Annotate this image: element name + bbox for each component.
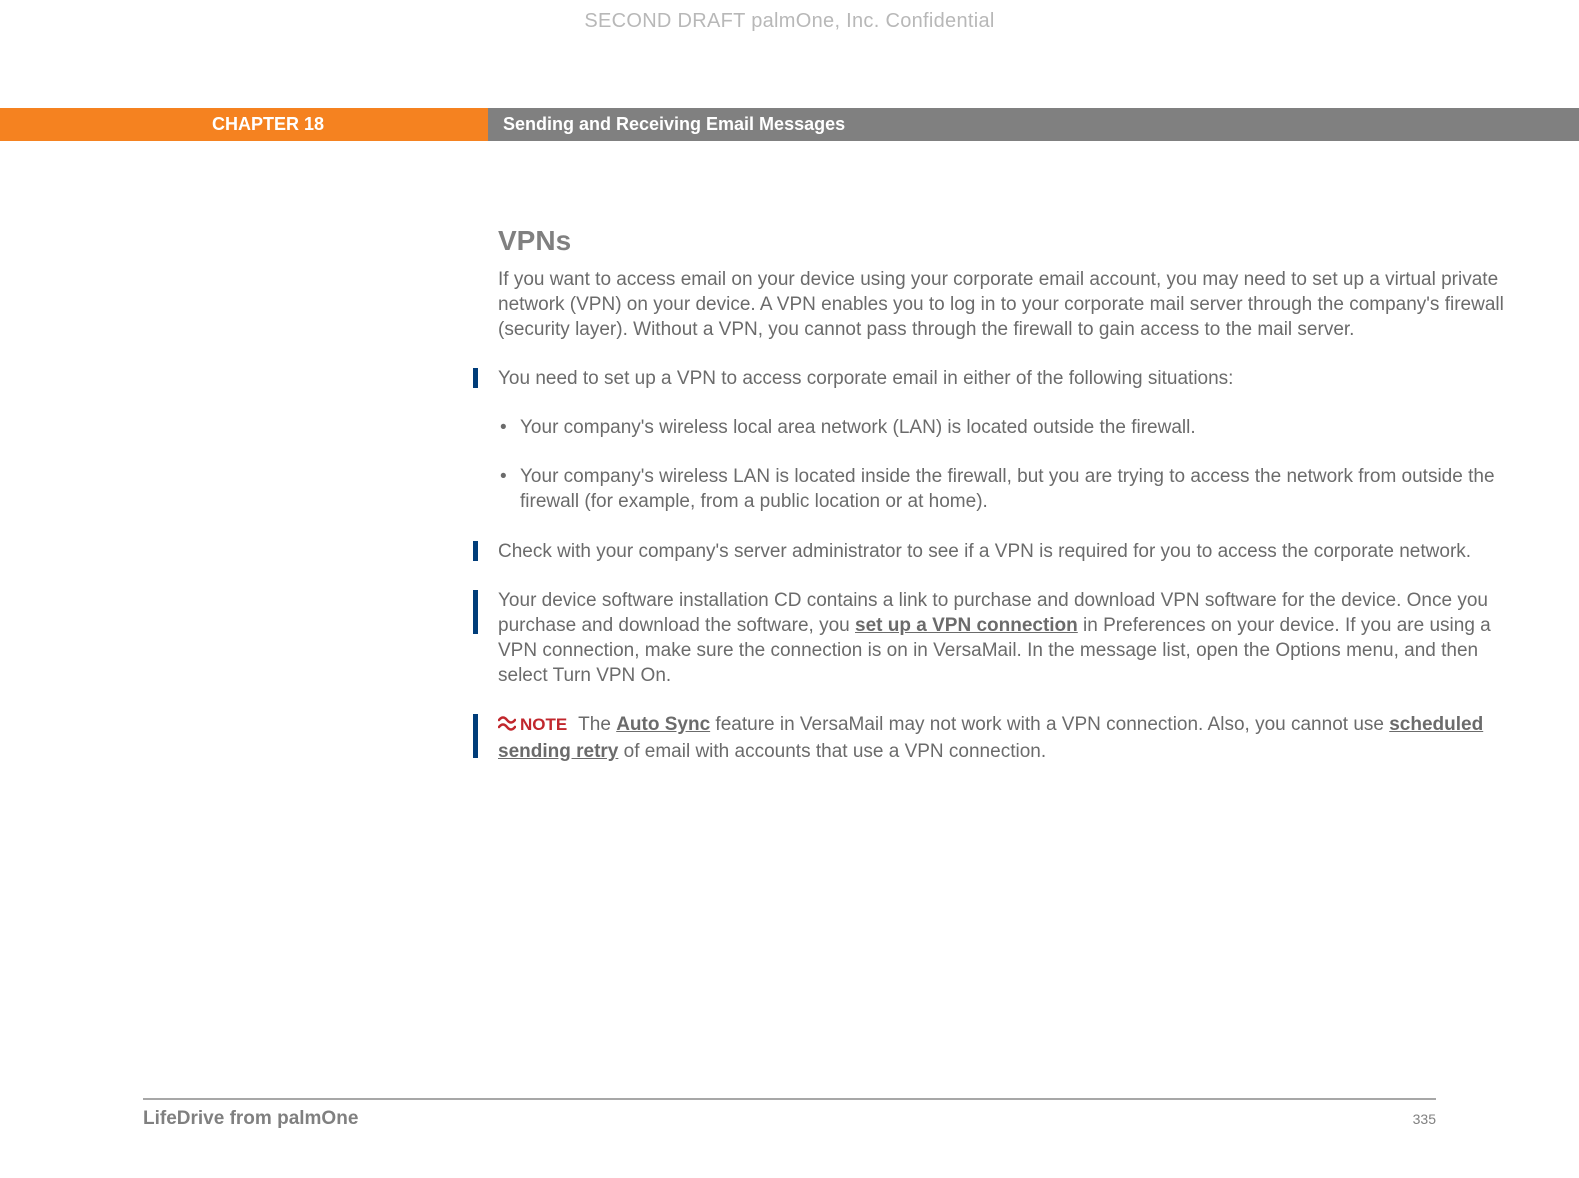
intro-paragraph: If you want to access email on your devi… [498,267,1518,342]
change-bar-icon [473,714,478,758]
situations-lead: You need to set up a VPN to access corpo… [498,366,1518,391]
note-icon [498,714,516,739]
check-admin-text: Check with your company's server adminis… [498,541,1471,562]
change-bar-icon [473,541,478,561]
check-admin-paragraph: Check with your company's server adminis… [498,539,1518,564]
page-footer: LifeDrive from palmOne 335 [143,1098,1436,1130]
vpn-setup-link[interactable]: set up a VPN connection [855,615,1078,636]
footer-page-number: 335 [1413,1111,1436,1127]
watermark-text: SECOND DRAFT palmOne, Inc. Confidential [0,10,1579,33]
note-post-text: of email with accounts that use a VPN co… [618,741,1046,762]
note-paragraph: NOTE The Auto Sync feature in VersaMail … [498,712,1518,764]
bullet-item: Your company's wireless local area netwo… [498,415,1518,440]
situations-lead-text: You need to set up a VPN to access corpo… [498,368,1233,389]
change-bar-icon [473,368,478,388]
section-heading: VPNs [498,225,1518,257]
footer-product: LifeDrive from palmOne [143,1108,358,1130]
bullet-item: Your company's wireless LAN is located i… [498,464,1518,514]
chapter-title: Sending and Receiving Email Messages [488,108,1579,141]
auto-sync-link[interactable]: Auto Sync [616,714,710,735]
change-bar-icon [473,590,478,634]
note-mid-text: feature in VersaMail may not work with a… [710,714,1389,735]
header-bar: CHAPTER 18 Sending and Receiving Email M… [0,108,1579,141]
chapter-label: CHAPTER 18 [0,108,488,141]
cd-paragraph: Your device software installation CD con… [498,588,1518,688]
note-label: NOTE [520,715,567,734]
note-pre-text: The [578,714,616,735]
main-content: VPNs If you want to access email on your… [498,225,1518,788]
